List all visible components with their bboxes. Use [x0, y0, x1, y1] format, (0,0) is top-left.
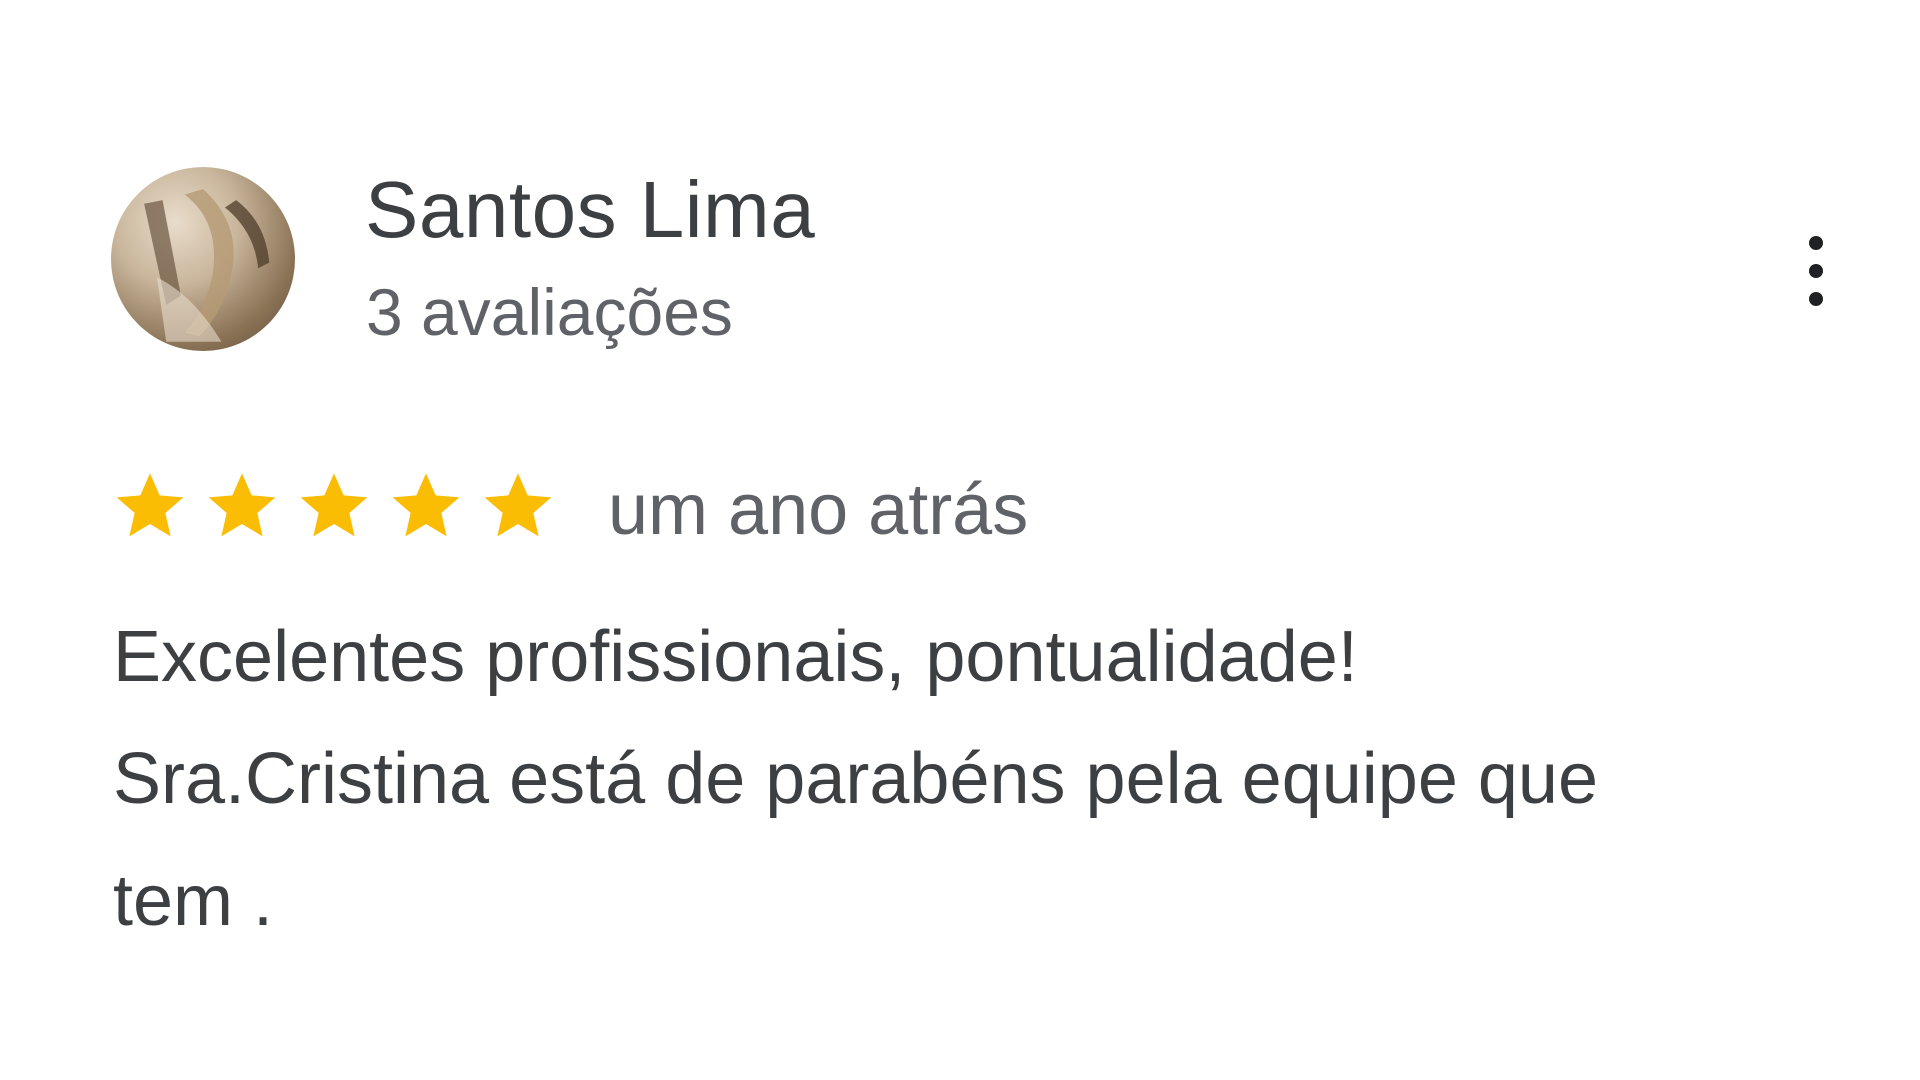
avatar-photo-icon — [144, 189, 270, 342]
review-date: um ano atrás — [608, 470, 1029, 550]
review-card: Santos Lima 3 avaliações um ano atrás Ex… — [0, 0, 1920, 1080]
star-icon — [484, 473, 552, 537]
review-text: Excelentes profissionais, pontualidade! … — [113, 596, 1853, 962]
star-icon — [208, 473, 276, 537]
star-icon — [116, 473, 184, 537]
star-icon — [392, 473, 460, 537]
more-options-button[interactable] — [1782, 226, 1852, 316]
author-name[interactable]: Santos Lima — [365, 162, 815, 258]
avatar[interactable] — [111, 167, 295, 351]
star-rating — [110, 466, 558, 546]
review-text-line: tem . — [113, 861, 274, 941]
review-text-line: Excelentes profissionais, pontualidade! — [113, 617, 1358, 697]
star-icon — [300, 473, 368, 537]
author-review-count[interactable]: 3 avaliações — [366, 272, 733, 352]
review-text-line: Sra.Cristina está de parabéns pela equip… — [113, 739, 1598, 819]
